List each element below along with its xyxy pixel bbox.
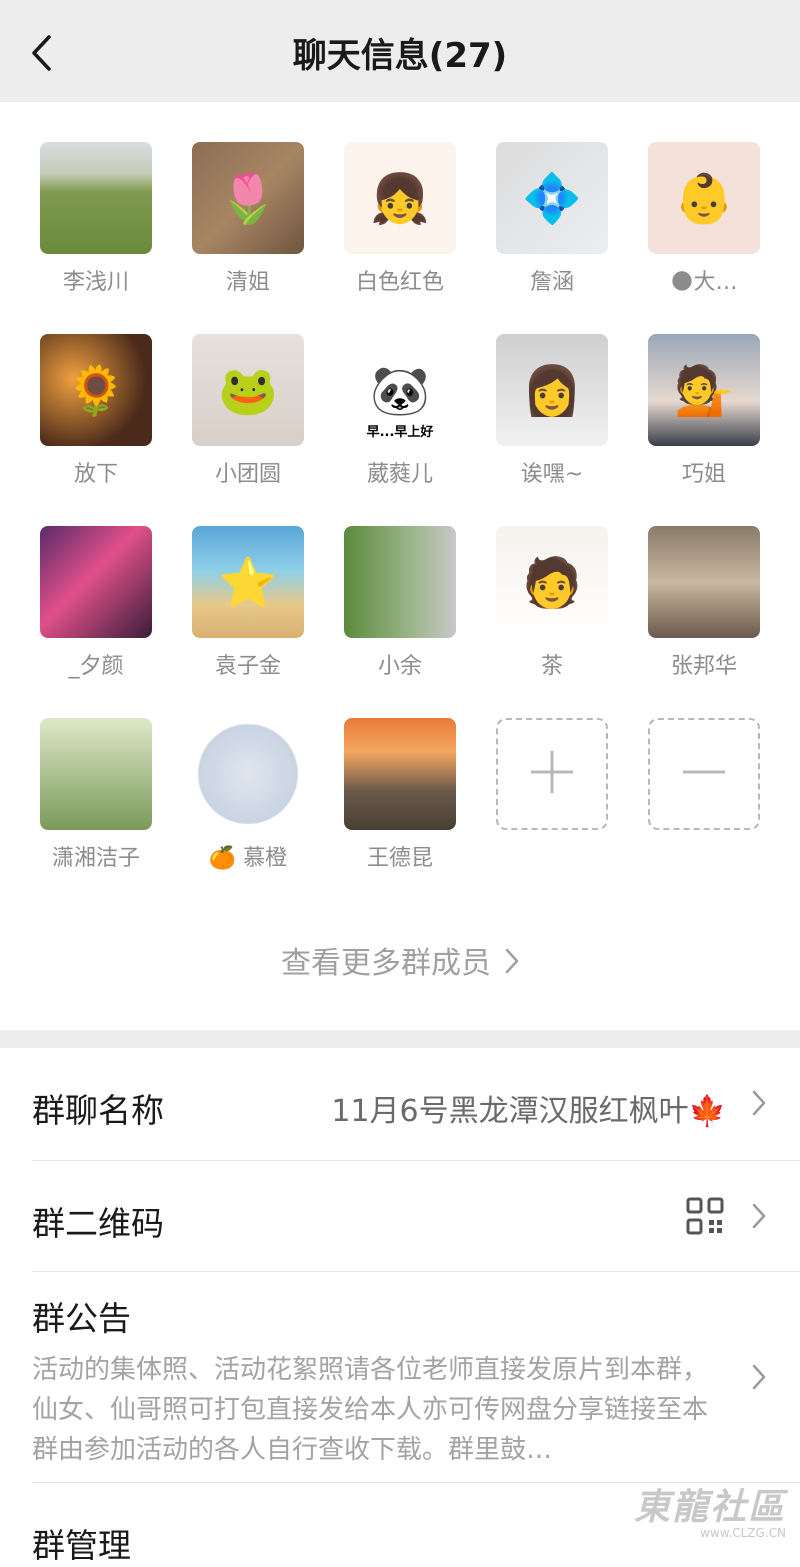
plus-icon bbox=[529, 749, 575, 799]
member-avatar: ⭐ bbox=[192, 526, 304, 638]
member-name: 小余 bbox=[377, 654, 422, 679]
member-item[interactable]: _夕颜 bbox=[40, 526, 152, 679]
member-item[interactable]: 🌷 清姐 bbox=[192, 142, 304, 295]
page-title: 聊天信息(27) bbox=[292, 36, 508, 76]
member-avatar bbox=[648, 526, 760, 638]
member-avatar bbox=[192, 718, 304, 830]
chevron-right-icon bbox=[752, 1364, 766, 1394]
member-item[interactable]: 🌻 放下 bbox=[40, 334, 152, 487]
section-separator bbox=[0, 1030, 800, 1048]
member-avatar: 🐼 早...早上好 bbox=[344, 334, 456, 446]
avatar-image-icon: 🌻 bbox=[66, 362, 126, 419]
member-name: 王德昆 bbox=[366, 846, 433, 871]
member-item[interactable]: 👧 白色红色 bbox=[344, 142, 456, 295]
member-avatar bbox=[344, 718, 456, 830]
member-avatar bbox=[40, 526, 152, 638]
avatar-image-icon: 🐸 bbox=[218, 362, 278, 419]
member-name: 李浅川 bbox=[62, 270, 129, 295]
member-name: 🍊 慕橙 bbox=[208, 846, 288, 871]
member-section: 李浅川 🌷 清姐 👧 白色红色 💠 詹涵 👶 🌑大… 🌻 放下 🐸 小团圆 🐼 早...早上好葳蕤儿 👩 诶嘿~… bbox=[0, 102, 800, 1030]
member-avatar: 🐸 bbox=[192, 334, 304, 446]
member-item[interactable]: 👶 🌑大… bbox=[648, 142, 760, 295]
member-name: 袁子金 bbox=[214, 654, 281, 679]
chevron-right-icon bbox=[505, 947, 519, 982]
member-item[interactable]: ⭐ 袁子金 bbox=[192, 526, 304, 679]
member-avatar: 🌷 bbox=[192, 142, 304, 254]
group-qr-label: 群二维码 bbox=[32, 1204, 164, 1243]
member-name: 潇湘洁子 bbox=[51, 846, 140, 871]
member-grid: 李浅川 🌷 清姐 👧 白色红色 💠 詹涵 👶 🌑大… 🌻 放下 🐸 小团圆 🐼 早...早上好葳蕤儿 👩 诶嘿~… bbox=[40, 142, 760, 871]
member-item[interactable]: 🐼 早...早上好葳蕤儿 bbox=[344, 334, 456, 487]
member-item[interactable]: 张邦华 bbox=[648, 526, 760, 679]
remove-member-button[interactable] bbox=[648, 718, 760, 830]
member-name: 葳蕤儿 bbox=[366, 462, 433, 487]
member-avatar: 👩 bbox=[496, 334, 608, 446]
member-name: 清姐 bbox=[225, 270, 270, 295]
member-item[interactable]: 小余 bbox=[344, 526, 456, 679]
avatar-image-icon: ⭐ bbox=[218, 554, 278, 611]
member-item[interactable]: 🍊 慕橙 bbox=[192, 718, 304, 871]
member-name: 茶 bbox=[540, 654, 563, 679]
member-avatar bbox=[344, 526, 456, 638]
member-avatar: 👧 bbox=[344, 142, 456, 254]
member-item[interactable]: 🐸 小团圆 bbox=[192, 334, 304, 487]
avatar-image-icon: 🌷 bbox=[218, 170, 278, 227]
chevron-right-icon bbox=[752, 1090, 766, 1120]
member-item[interactable]: 潇湘洁子 bbox=[40, 718, 152, 871]
member-item[interactable]: 👩 诶嘿~ bbox=[496, 334, 608, 487]
member-name: 🌑大… bbox=[670, 270, 738, 295]
group-name-label: 群聊名称 bbox=[32, 1091, 164, 1130]
announcement-text: 活动的集体照、活动花絮照请各位老师直接发原片到本群，仙女、仙哥照可打包直接发给本… bbox=[32, 1355, 709, 1465]
member-name: 诶嘿~ bbox=[520, 462, 584, 487]
member-avatar: 🌻 bbox=[40, 334, 152, 446]
member-item[interactable]: 💠 詹涵 bbox=[496, 142, 608, 295]
member-name: 白色红色 bbox=[355, 270, 444, 295]
avatar-caption: 早...早上好 bbox=[366, 425, 434, 440]
add-member-button[interactable] bbox=[496, 718, 608, 830]
see-more-members-link[interactable]: 查看更多群成员 bbox=[0, 938, 800, 982]
member-name: _夕颜 bbox=[68, 654, 124, 679]
avatar-image-icon: 👩 bbox=[522, 362, 582, 419]
member-item[interactable]: 💁 巧姐 bbox=[648, 334, 760, 487]
chevron-right-icon bbox=[752, 1203, 766, 1233]
member-name: 放下 bbox=[73, 462, 118, 487]
top-bar: 聊天信息(27) bbox=[0, 0, 800, 102]
management-label: 群管理 bbox=[32, 1526, 131, 1565]
member-avatar bbox=[40, 142, 152, 254]
announcement-label: 群公告 bbox=[32, 1299, 131, 1338]
site-watermark: 東龍社區 www.CLZG.CN bbox=[634, 1478, 786, 1540]
group-qr-row[interactable]: 群二维码 bbox=[0, 1161, 800, 1271]
member-item[interactable]: 王德昆 bbox=[344, 718, 456, 871]
member-avatar: 👶 bbox=[648, 142, 760, 254]
member-avatar: 🧑 bbox=[496, 526, 608, 638]
member-name: 詹涵 bbox=[529, 270, 574, 295]
group-name-value: 11月6号黑龙潭汉服红枫叶🍁 bbox=[331, 1094, 726, 1129]
avatar-image-icon: 🧑 bbox=[522, 554, 582, 611]
member-item[interactable]: 李浅川 bbox=[40, 142, 152, 295]
see-more-label: 查看更多群成员 bbox=[281, 946, 491, 981]
member-name: 小团圆 bbox=[214, 462, 281, 487]
member-avatar: 💁 bbox=[648, 334, 760, 446]
member-name: 张邦华 bbox=[670, 654, 737, 679]
avatar-image-icon: 💠 bbox=[522, 170, 582, 227]
group-name-row[interactable]: 群聊名称 11月6号黑龙潭汉服红枫叶🍁 bbox=[0, 1048, 800, 1160]
member-item[interactable]: 🧑 茶 bbox=[496, 526, 608, 679]
member-avatar bbox=[40, 718, 152, 830]
avatar-image-icon: 💁 bbox=[674, 362, 734, 419]
member-avatar: 💠 bbox=[496, 142, 608, 254]
avatar-image-icon: 👶 bbox=[674, 170, 734, 227]
minus-icon bbox=[681, 749, 727, 799]
qr-code-icon bbox=[686, 1197, 724, 1239]
avatar-image-icon: 👧 bbox=[370, 170, 430, 227]
member-name: 巧姐 bbox=[681, 462, 726, 487]
watermark-logo-text: 東龍社區 bbox=[633, 1486, 786, 1528]
